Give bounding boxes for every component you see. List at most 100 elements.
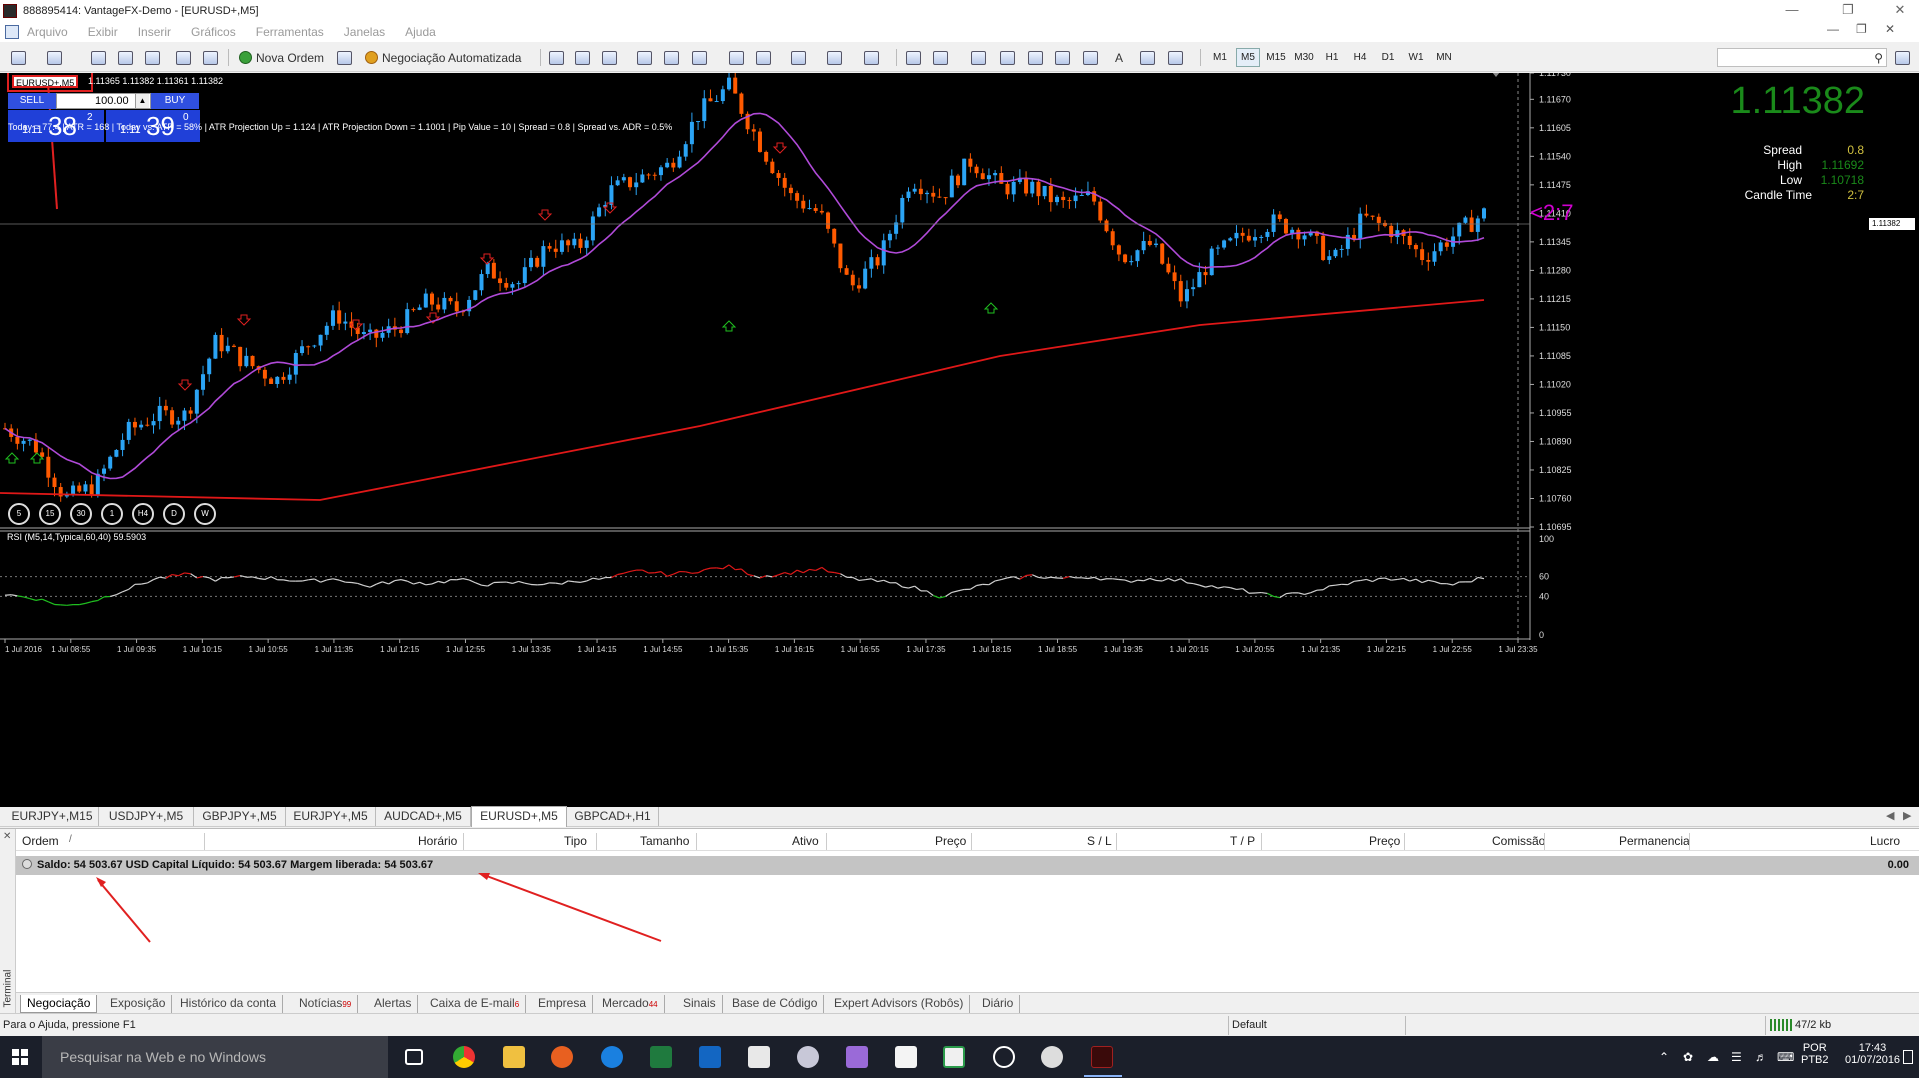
data-window-icon[interactable] [115,48,135,67]
menu-inserir[interactable]: Inserir [138,25,171,39]
tray-language[interactable]: POR PTB2 [1801,1042,1829,1066]
tray-clock[interactable]: 17:43 01/07/2016 [1845,1042,1900,1066]
mdi-restore-icon[interactable]: ❐ [1856,22,1867,36]
mdi-minimize-icon[interactable]: — [1827,22,1839,36]
firefox-icon[interactable] [551,1046,573,1068]
chrome-icon[interactable] [453,1046,475,1068]
menu-ferramentas[interactable]: Ferramentas [256,25,324,39]
timeframe-h4[interactable]: H4 [1348,48,1372,67]
calculator-icon[interactable] [748,1046,770,1068]
tf-circle-5[interactable]: 5 [8,503,30,525]
camtasia-icon[interactable] [943,1046,965,1068]
timeframe-w1[interactable]: W1 [1404,48,1428,67]
file-explorer-icon[interactable] [503,1046,525,1068]
terminal-tab-expert-advisors[interactable]: Expert Advisors (Robôs) [828,995,971,1013]
col-ativo[interactable]: Ativo [792,834,819,848]
windows-start-icon[interactable] [12,1049,28,1065]
terminal-tab-mercado[interactable]: Mercado44 [596,995,665,1013]
tab-scroll-left-icon[interactable]: ◀ [1886,809,1894,822]
onenote-icon[interactable] [846,1046,868,1068]
chart-tab-eurusd-m5[interactable]: EURUSD+,M5 [471,806,567,827]
tray-wifi-icon[interactable]: ☰ [1731,1050,1745,1064]
tf-circle-30[interactable]: 30 [70,503,92,525]
fibonacci-icon[interactable] [1080,48,1100,67]
taskbar-search[interactable]: Pesquisar na Web e no Windows [42,1036,388,1078]
tile-windows-icon[interactable] [689,48,709,67]
chart-shift-icon[interactable] [753,48,773,67]
chart-tab-audcad-m5[interactable]: AUDCAD+,M5 [376,807,471,826]
col-preco[interactable]: Preço [935,834,966,848]
periods-icon[interactable] [824,48,844,67]
col-lucro[interactable]: Lucro [1870,834,1900,848]
timeframe-m30[interactable]: M30 [1292,48,1316,67]
tray-onedrive-icon[interactable]: ☁ [1707,1050,1721,1064]
buy-button[interactable]: BUY [151,93,199,109]
app-globe-icon[interactable] [797,1046,819,1068]
notepad-icon[interactable] [895,1046,917,1068]
tester-icon[interactable] [200,48,220,67]
terminal-tab-sinais[interactable]: Sinais [677,995,723,1013]
network-app-icon[interactable] [1041,1046,1063,1068]
horizontal-line-icon[interactable] [997,48,1017,67]
timeframe-mn[interactable]: MN [1432,48,1456,67]
col-comissao[interactable]: Comissão [1492,834,1545,848]
tray-people-icon[interactable]: ✿ [1683,1050,1697,1064]
tray-chevron-icon[interactable]: ⌃ [1659,1050,1673,1064]
navigator-icon[interactable] [142,48,162,67]
outlook-icon[interactable] [699,1046,721,1068]
indicators-icon[interactable] [788,48,808,67]
timeframe-m5[interactable]: M5 [1236,48,1260,67]
mdi-close-icon[interactable]: ✕ [1885,22,1895,36]
minimize-icon[interactable]: — [1772,0,1812,22]
arrows-icon[interactable] [1165,48,1185,67]
templates-icon[interactable] [861,48,881,67]
timeframe-d1[interactable]: D1 [1376,48,1400,67]
timeframe-m1[interactable]: M1 [1208,48,1232,67]
bar-chart-icon[interactable] [546,48,566,67]
terminal-tab-historico[interactable]: Histórico da conta [174,995,284,1013]
edge-icon[interactable] [601,1046,623,1068]
col-tp[interactable]: T / P [1230,834,1255,848]
menu-janelas[interactable]: Janelas [344,25,385,39]
tf-circle-w[interactable]: W [194,503,216,525]
toolbar-search-input[interactable]: ⚲ [1717,48,1887,67]
auto-scroll-icon[interactable] [726,48,746,67]
terminal-tab-base-codigo[interactable]: Base de Código [726,995,825,1013]
close-icon[interactable]: ✕ [1880,0,1919,22]
terminal-tab-empresa[interactable]: Empresa [532,995,594,1013]
chart-window[interactable]: 1.11730 1.11670 1.11605 1.11540 1.11475 1.114… [0,73,1919,807]
metaeditor-icon[interactable] [334,48,354,67]
chart-tab-gbpjpy-m5[interactable]: GBPJPY+,M5 [194,807,286,826]
menu-ajuda[interactable]: Ajuda [405,25,436,39]
trendline-icon[interactable] [1025,48,1045,67]
profiles-icon[interactable] [44,48,64,67]
auto-trading-button[interactable]: Negociação Automatizada [362,48,524,67]
sell-button[interactable]: SELL [8,93,56,109]
menu-arquivo[interactable]: Arquivo [27,25,68,39]
col-permanencia[interactable]: Permanencia [1619,834,1690,848]
metatrader-taskbar-icon[interactable] [1084,1046,1122,1077]
tf-circle-15[interactable]: 15 [39,503,61,525]
tf-circle-h4[interactable]: H4 [132,503,154,525]
cursor-icon[interactable] [903,48,923,67]
chart-tab-eurjpy-m15[interactable]: EURJPY+,M15 [6,807,99,826]
tray-volume-icon[interactable]: ♬ [1755,1050,1769,1064]
vertical-line-icon[interactable] [968,48,988,67]
new-order-button[interactable]: Nova Ordem [236,48,327,67]
timeframe-h1[interactable]: H1 [1320,48,1344,67]
tab-scroll-right-icon[interactable]: ▶ [1903,809,1911,822]
text-label-icon[interactable] [1137,48,1157,67]
timeframe-m15[interactable]: M15 [1264,48,1288,67]
terminal-tab-exposicao[interactable]: Exposição [104,995,173,1013]
terminal-icon[interactable] [173,48,193,67]
zoom-out-icon[interactable] [661,48,681,67]
candlestick-icon[interactable] [572,48,592,67]
excel-icon[interactable] [650,1046,672,1068]
terminal-tab-email[interactable]: Caixa de E-mail6 [424,995,527,1013]
chart-tab-eurjpy-m5[interactable]: EURJPY+,M5 [286,807,376,826]
zoom-in-icon[interactable] [634,48,654,67]
menu-graficos[interactable]: Gráficos [191,25,236,39]
tf-circle-d[interactable]: D [163,503,185,525]
lot-spin-icon[interactable]: ▲ [135,94,149,108]
menu-exibir[interactable]: Exibir [88,25,118,39]
